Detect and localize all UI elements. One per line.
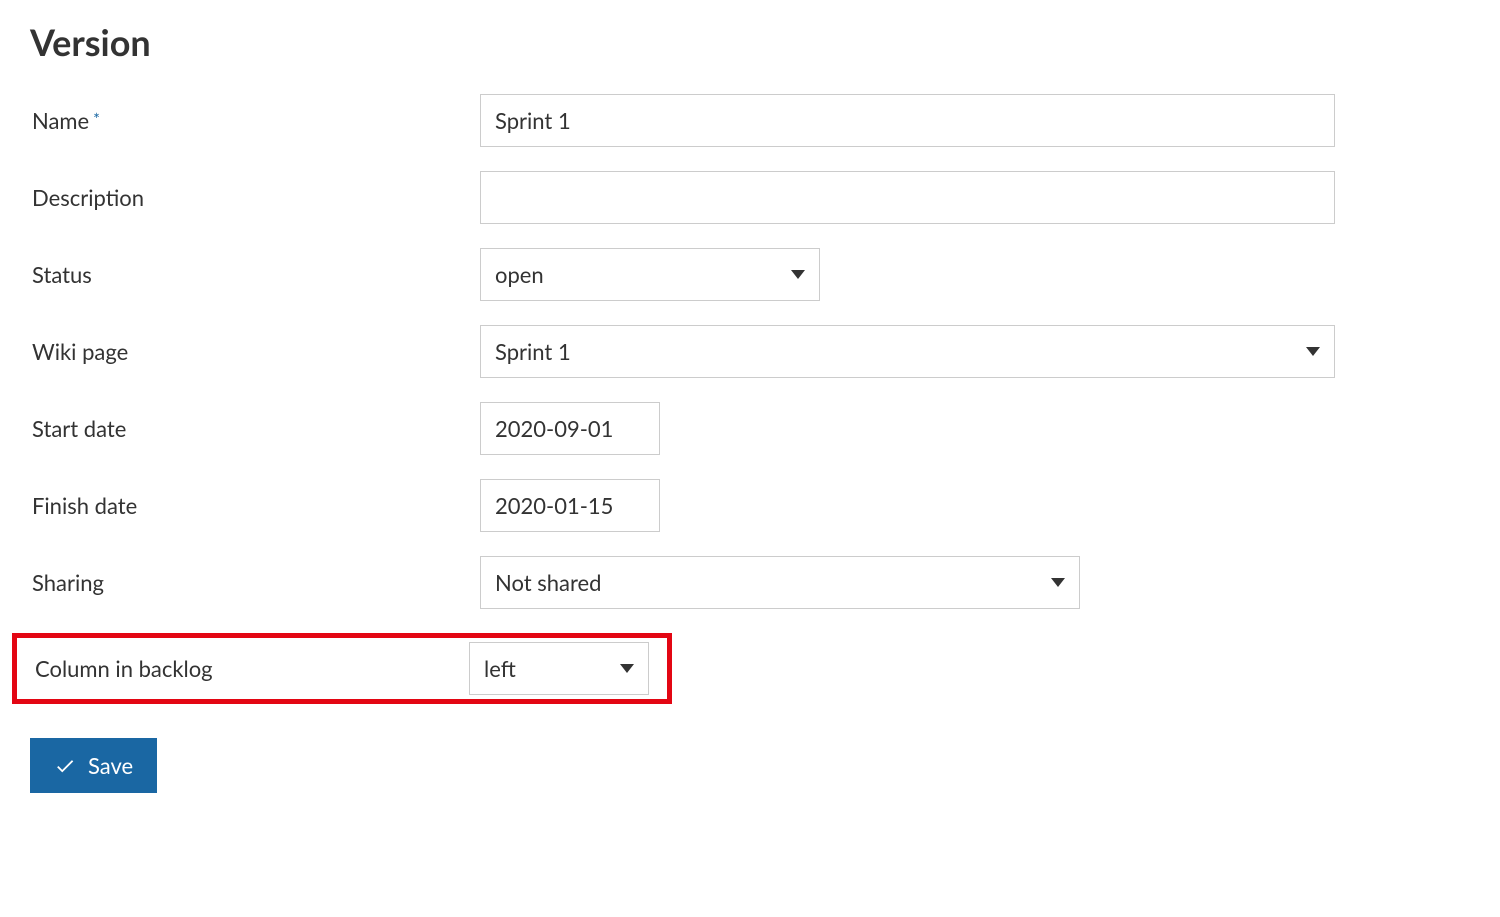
page-title: Version: [30, 20, 1470, 64]
finish-date-label: Finish date: [30, 492, 480, 519]
finish-date-row: Finish date: [30, 479, 1470, 532]
finish-date-input[interactable]: [480, 479, 660, 532]
sharing-row: Sharing Not shared: [30, 556, 1470, 609]
save-button-label: Save: [88, 752, 133, 779]
start-date-row: Start date: [30, 402, 1470, 455]
save-button[interactable]: Save: [30, 738, 157, 793]
chevron-down-icon: [1051, 578, 1065, 587]
description-label: Description: [30, 184, 480, 211]
wiki-page-select[interactable]: Sprint 1: [480, 325, 1335, 378]
wiki-page-label: Wiki page: [30, 338, 480, 365]
required-asterisk: *: [93, 110, 100, 129]
sharing-select[interactable]: Not shared: [480, 556, 1080, 609]
start-date-label: Start date: [30, 415, 480, 442]
column-in-backlog-select[interactable]: left: [469, 642, 649, 695]
name-label: Name*: [30, 107, 480, 134]
wiki-page-row: Wiki page Sprint 1: [30, 325, 1470, 378]
column-in-backlog-label: Column in backlog: [33, 655, 469, 682]
name-row: Name*: [30, 94, 1470, 147]
chevron-down-icon: [1306, 347, 1320, 356]
name-input[interactable]: [480, 94, 1335, 147]
check-icon: [54, 755, 76, 777]
chevron-down-icon: [620, 664, 634, 673]
status-row: Status open: [30, 248, 1470, 301]
status-select[interactable]: open: [480, 248, 820, 301]
column-in-backlog-row: Column in backlog left: [12, 633, 672, 704]
sharing-label: Sharing: [30, 569, 480, 596]
description-row: Description: [30, 171, 1470, 224]
chevron-down-icon: [791, 270, 805, 279]
status-label: Status: [30, 261, 480, 288]
start-date-input[interactable]: [480, 402, 660, 455]
description-input[interactable]: [480, 171, 1335, 224]
